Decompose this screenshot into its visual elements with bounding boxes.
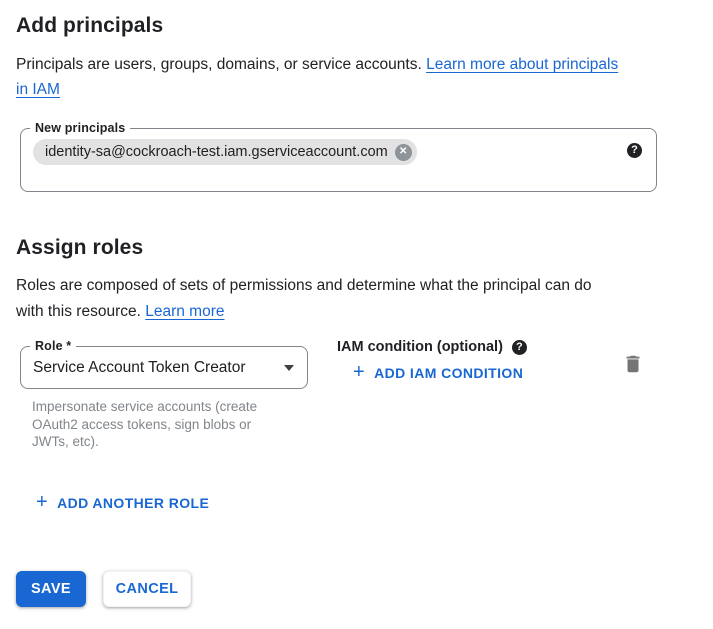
role-column: Role * Service Account Token Creator Imp… [20,339,310,451]
principals-intro: Principals are users, groups, domains, o… [16,52,696,102]
action-buttons: SAVE CANCEL [16,571,191,607]
page-title: Add principals [16,14,697,38]
learn-more-roles-link[interactable]: Learn more [145,303,224,320]
add-iam-condition-label: ADD IAM CONDITION [374,365,523,381]
save-button[interactable]: SAVE [16,571,86,607]
add-principals-panel: Add principals Principals are users, gro… [0,0,713,629]
principal-chip: identity-sa@cockroach-test.iam.gservicea… [33,139,417,165]
plus-icon: + [353,365,365,379]
learn-more-principals-link-line1: Learn more about principals [426,56,618,73]
role-helper-text: Impersonate service accounts (create OAu… [32,398,284,451]
plus-icon: + [36,495,48,509]
new-principals-help-icon[interactable]: ? [627,143,642,158]
trash-icon [622,353,644,375]
assign-roles-title: Assign roles [16,236,697,260]
add-another-role-button[interactable]: + ADD ANOTHER ROLE [36,495,209,511]
iam-condition-help-icon[interactable]: ? [512,340,527,355]
learn-more-principals-link-line2: in IAM [16,81,60,98]
add-another-role-label: ADD ANOTHER ROLE [57,495,209,511]
roles-intro-line2: with this resource. [16,303,141,320]
principals-intro-text: Principals are users, groups, domains, o… [16,56,422,73]
add-iam-condition-button[interactable]: + ADD IAM CONDITION [353,365,523,381]
iam-condition-label-row: IAM condition (optional) ? [337,339,527,355]
role-label: Role * [30,338,76,354]
principal-chip-value: identity-sa@cockroach-test.iam.gservicea… [45,144,388,160]
roles-intro-line1: Roles are composed of sets of permission… [16,277,592,294]
new-principals-label: New principals [30,120,130,136]
role-row: Role * Service Account Token Creator Imp… [16,339,697,451]
iam-condition-label: IAM condition (optional) [337,339,503,355]
new-principals-field[interactable]: New principals identity-sa@cockroach-tes… [20,128,657,192]
roles-intro: Roles are composed of sets of permission… [16,273,696,325]
role-select[interactable]: Role * Service Account Token Creator [20,346,308,389]
delete-role-button[interactable] [622,353,644,375]
iam-condition-column: IAM condition (optional) ? + ADD IAM CON… [337,339,527,384]
cancel-button[interactable]: CANCEL [103,571,191,607]
dropdown-arrow-icon [284,365,294,371]
chip-remove-icon[interactable]: ✕ [395,144,412,161]
